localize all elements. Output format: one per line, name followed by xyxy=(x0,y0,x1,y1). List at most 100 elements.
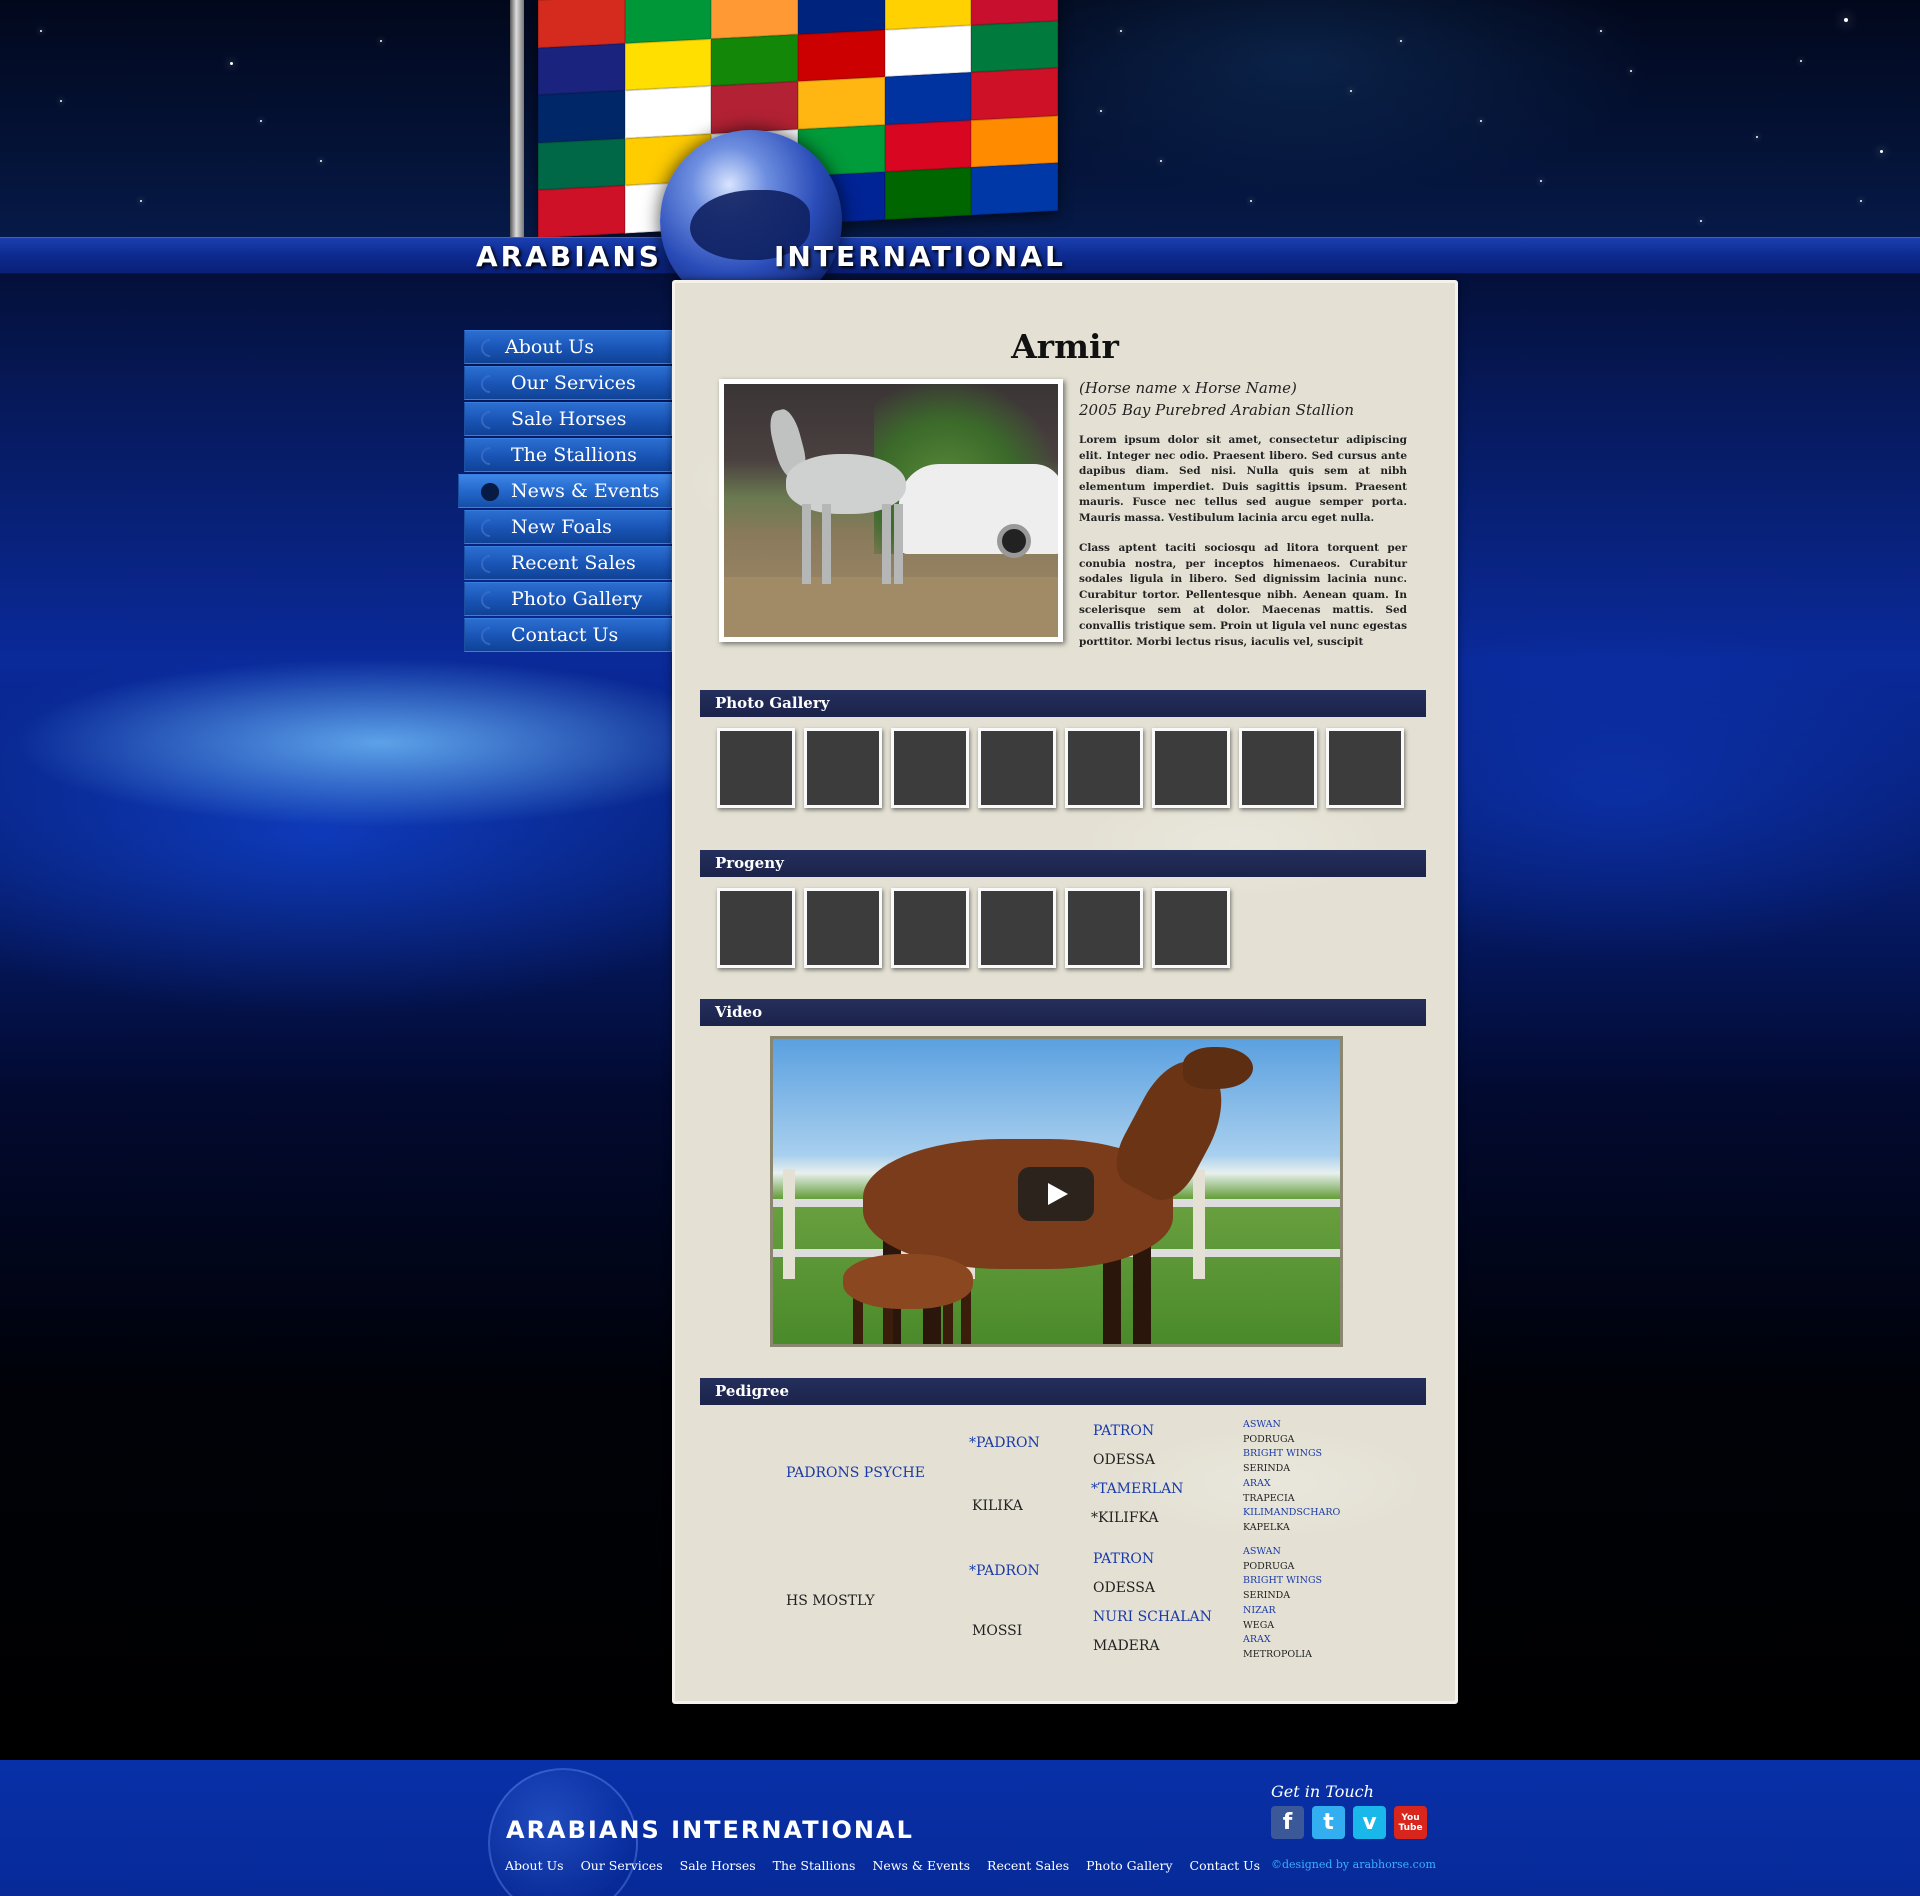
gallery-thumbnail[interactable] xyxy=(804,728,882,808)
facebook-icon[interactable]: f xyxy=(1271,1806,1304,1839)
star xyxy=(1480,120,1482,122)
progeny-thumbnail[interactable] xyxy=(1152,888,1230,968)
horse-paragraph-2: Class aptent taciti sociosqu ad litora t… xyxy=(1079,542,1407,648)
progeny-thumbnail[interactable] xyxy=(1065,888,1143,968)
crescent-moon-icon xyxy=(477,407,503,433)
vimeo-icon[interactable]: v xyxy=(1353,1806,1386,1839)
nav-item-label: About Us xyxy=(505,336,594,358)
star xyxy=(1860,200,1862,202)
logo-text-right: INTERNATIONAL xyxy=(774,240,1066,273)
pedigree-ancestor: KILIMANDSCHARO xyxy=(1243,1507,1341,1519)
gallery-thumbnail[interactable] xyxy=(978,728,1056,808)
pedigree-great-grandparent: *TAMERLAN xyxy=(1091,1481,1184,1497)
footer-nav-link[interactable]: The Stallions xyxy=(773,1858,856,1873)
footer-nav-link[interactable]: About Us xyxy=(505,1858,564,1873)
nav-item-label: Contact Us xyxy=(511,624,619,646)
crescent-moon-icon xyxy=(477,623,503,649)
nav-item-new-foals[interactable]: New Foals xyxy=(464,510,672,544)
footer-nav-link[interactable]: Our Services xyxy=(581,1858,663,1873)
crescent-moon-icon xyxy=(477,443,503,469)
pedigree-ancestor: METROPOLIA xyxy=(1243,1648,1313,1660)
star xyxy=(1756,136,1758,138)
star xyxy=(230,62,233,65)
nav-item-contact-us[interactable]: Contact Us xyxy=(464,618,672,652)
pedigree-ancestor: ARAX xyxy=(1243,1634,1271,1646)
crescent-moon-icon xyxy=(477,479,503,505)
pedigree-ancestor: WEGA xyxy=(1243,1619,1275,1631)
star xyxy=(1350,90,1352,92)
nav-item-photo-gallery[interactable]: Photo Gallery xyxy=(464,582,672,616)
gallery-thumbnail[interactable] xyxy=(1239,728,1317,808)
pedigree-great-grandparent: ODESSA xyxy=(1093,1452,1155,1468)
crescent-moon-icon xyxy=(477,371,503,397)
progeny-thumbnail[interactable] xyxy=(717,888,795,968)
star xyxy=(1100,110,1102,112)
gallery-thumbnail[interactable] xyxy=(891,728,969,808)
horse-description: 2005 Bay Purebred Arabian Stallion xyxy=(1079,401,1355,419)
gallery-thumbnail[interactable] xyxy=(1065,728,1143,808)
nav-item-label: Sale Horses xyxy=(511,408,627,430)
gallery-thumbnail[interactable] xyxy=(717,728,795,808)
footer-nav-link[interactable]: Sale Horses xyxy=(680,1858,756,1873)
crescent-moon-icon xyxy=(477,551,503,577)
footer-brand: ARABIANS INTERNATIONAL xyxy=(506,1816,914,1844)
pedigree-ancestor: KAPELKA xyxy=(1243,1521,1290,1533)
nav-item-the-stallions[interactable]: The Stallions xyxy=(464,438,672,472)
pedigree-dam-dam: MOSSI xyxy=(972,1623,1023,1639)
pedigree-great-grandparent: ODESSA xyxy=(1093,1580,1155,1596)
progeny-thumbnail[interactable] xyxy=(978,888,1056,968)
nav-item-label: Recent Sales xyxy=(511,552,636,574)
progeny-thumbnail[interactable] xyxy=(891,888,969,968)
star xyxy=(1600,30,1602,32)
social-links: f t v You Tube xyxy=(1271,1806,1427,1839)
play-icon[interactable] xyxy=(1018,1167,1094,1221)
pedigree-sire: PADRONS PSYCHE xyxy=(786,1465,925,1481)
pedigree-great-grandparent: PATRON xyxy=(1093,1423,1155,1439)
nav-item-our-services[interactable]: Our Services xyxy=(464,366,672,400)
star xyxy=(140,200,142,202)
crescent-moon-icon xyxy=(477,515,503,541)
footer-nav-link[interactable]: Contact Us xyxy=(1190,1858,1261,1873)
youtube-icon[interactable]: You Tube xyxy=(1394,1806,1427,1839)
star xyxy=(40,30,42,32)
pedigree-sire-dam: KILIKA xyxy=(972,1498,1023,1514)
pedigree-great-grandparent: MADERA xyxy=(1093,1638,1160,1654)
crescent-moon-icon xyxy=(477,335,503,361)
nav-item-label: The Stallions xyxy=(511,444,637,466)
footer-nav-link[interactable]: Photo Gallery xyxy=(1086,1858,1172,1873)
nav-item-label: New Foals xyxy=(511,516,612,538)
progeny-thumbnail[interactable] xyxy=(804,888,882,968)
nav-item-sale-horses[interactable]: Sale Horses xyxy=(464,402,672,436)
progeny-thumbnails xyxy=(717,888,1230,968)
footer: ARABIANS INTERNATIONAL About Us Our Servi… xyxy=(0,1760,1920,1896)
horse-name-title: Armir xyxy=(1011,327,1119,366)
nav-item-news-events[interactable]: News & Events xyxy=(458,474,672,508)
nav-item-label: News & Events xyxy=(511,480,660,502)
horse-parentage: (Horse name x Horse Name) xyxy=(1079,379,1297,397)
twitter-icon[interactable]: t xyxy=(1312,1806,1345,1839)
video-header: Video xyxy=(700,999,1426,1026)
pedigree-great-grandparent: NURI SCHALAN xyxy=(1093,1609,1212,1625)
star xyxy=(1844,18,1848,22)
horse-main-photo[interactable] xyxy=(719,379,1063,642)
pedigree-ancestor: ASWAN xyxy=(1243,1419,1281,1430)
horse-paragraph-1: Lorem ipsum dolor sit amet, consectetur … xyxy=(1079,434,1407,524)
designer-credit-link[interactable]: ©designed by arabhorse.com xyxy=(1271,1858,1436,1871)
gallery-thumbnail[interactable] xyxy=(1326,728,1404,808)
footer-nav-link[interactable]: News & Events xyxy=(872,1858,970,1873)
gallery-thumbnail[interactable] xyxy=(1152,728,1230,808)
pedigree-ancestor: ASWAN xyxy=(1243,1546,1281,1557)
footer-nav-link[interactable]: Recent Sales xyxy=(987,1858,1069,1873)
pedigree-ancestor: NIZAR xyxy=(1243,1604,1276,1616)
bay-foal xyxy=(843,1254,973,1309)
pedigree-ancestor: SERINDA xyxy=(1243,1590,1291,1602)
nav-item-recent-sales[interactable]: Recent Sales xyxy=(464,546,672,580)
nav-item-about-us[interactable]: About Us xyxy=(464,330,672,364)
photo-gallery-thumbnails xyxy=(717,728,1404,808)
content-panel: Armir (Horse name x Horse Name) 2005 Bay… xyxy=(672,280,1458,1704)
pedigree-dam: HS MOSTLY xyxy=(786,1593,875,1609)
pedigree-ancestor: SERINDA xyxy=(1243,1463,1291,1475)
main-nav: About Us Our Services Sale Horses The Stall… xyxy=(458,330,672,654)
video-player[interactable] xyxy=(770,1036,1343,1347)
star xyxy=(1160,160,1162,162)
